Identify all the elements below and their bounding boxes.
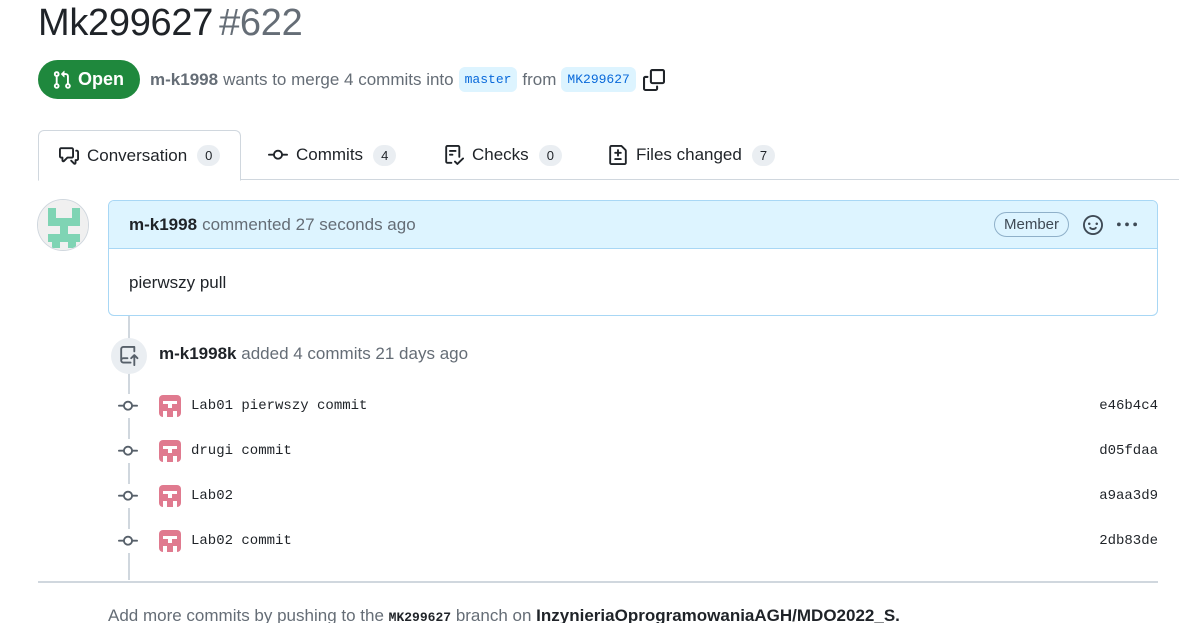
pr-title-text: Mk299627 xyxy=(38,2,214,44)
commit-author-avatar[interactable] xyxy=(159,440,181,462)
comment-body: pierwszy pull xyxy=(129,273,227,292)
comment-timestamp[interactable]: 27 seconds ago xyxy=(296,215,416,235)
state-label: Open xyxy=(78,69,125,89)
state-badge: Open xyxy=(38,60,141,99)
tab-checks-label: Checks xyxy=(472,145,529,164)
from-text: from xyxy=(522,69,557,89)
commit-sha[interactable]: 2db83de xyxy=(1099,533,1158,549)
pr-title: Mk299627 #622 xyxy=(38,2,303,45)
smiley-icon[interactable] xyxy=(1083,214,1103,235)
commit-author-avatar[interactable] xyxy=(159,530,181,552)
pr-state-row: Open m-k1998 wants to merge 4 commits in… xyxy=(38,60,665,99)
commit-dot xyxy=(116,439,140,463)
tab-commits-count: 4 xyxy=(373,144,397,166)
commit-message[interactable]: Lab02 xyxy=(191,488,233,504)
commit-message[interactable]: drugi commit xyxy=(191,443,292,459)
git-commit-icon xyxy=(118,400,138,411)
add-commits-note: Add more commits by pushing to the MK299… xyxy=(108,606,900,623)
repo-link[interactable]: InzynieriaOprogramowaniaAGH/MDO2022_S. xyxy=(536,606,900,623)
tab-checks[interactable]: Checks 0 xyxy=(444,130,562,180)
member-badge: Member xyxy=(993,212,1069,237)
add-commits-branch: MK299627 xyxy=(388,610,452,623)
comment-actions: Member xyxy=(993,212,1137,237)
repo-push-icon xyxy=(120,346,139,366)
commit-row: Lab02 commit 2db83de xyxy=(116,526,1158,556)
pr-meta: m-k1998 wants to merge 4 commits into ma… xyxy=(150,67,665,92)
identicon-pink-icon xyxy=(159,440,181,462)
checklist-icon xyxy=(445,145,464,165)
head-branch[interactable]: MK299627 xyxy=(561,67,636,92)
kebab-horizontal-icon[interactable] xyxy=(1117,215,1137,235)
file-diff-icon xyxy=(609,145,627,165)
tab-commits-label: Commits xyxy=(296,145,364,164)
identicon-pink-icon xyxy=(159,530,181,552)
push-event-description: added 4 commits 21 days ago xyxy=(241,344,469,363)
comment-author-link[interactable]: m-k1998 xyxy=(129,215,197,235)
commit-sha[interactable]: e46b4c4 xyxy=(1099,398,1158,414)
add-commits-middle: branch on xyxy=(455,606,532,623)
commit-row: drugi commit d05fdaa xyxy=(116,436,1158,466)
merge-text: wants to merge 4 commits into xyxy=(223,69,454,89)
tab-files-changed-count: 7 xyxy=(751,144,776,166)
commit-message[interactable]: Lab02 commit xyxy=(191,533,292,549)
tab-conversation-count: 0 xyxy=(197,145,221,166)
push-event-badge xyxy=(111,338,147,374)
commit-sha[interactable]: d05fdaa xyxy=(1099,443,1158,459)
git-commit-icon xyxy=(118,535,138,546)
add-commits-prefix: Add more commits by pushing to the xyxy=(108,606,384,623)
identicon-green-icon xyxy=(38,200,88,250)
identicon-pink-icon xyxy=(159,395,181,417)
pr-author-link[interactable]: m-k1998 xyxy=(150,70,218,90)
git-pull-request-icon xyxy=(53,70,71,89)
base-branch[interactable]: master xyxy=(458,67,518,92)
git-commit-icon xyxy=(118,490,138,501)
pr-number: #622 xyxy=(219,2,303,44)
push-event-text: m-k1998k added 4 commits 21 days ago xyxy=(159,344,468,364)
tab-conversation-label: Conversation xyxy=(87,145,188,165)
tab-files-changed[interactable]: Files changed 7 xyxy=(608,130,776,180)
commit-author-avatar[interactable] xyxy=(159,395,181,417)
commit-author-avatar[interactable] xyxy=(159,485,181,507)
comment-header: m-k1998 commented 27 seconds ago Member xyxy=(109,201,1157,249)
commit-row: Lab02 a9aa3d9 xyxy=(116,481,1158,511)
timeline-divider xyxy=(38,581,1158,583)
commit-dot xyxy=(116,394,140,418)
git-commit-icon xyxy=(118,445,138,456)
pr-tabs: Conversation 0 Commits 4 Checks 0 Files … xyxy=(38,130,1179,181)
commit-sha[interactable]: a9aa3d9 xyxy=(1099,488,1158,504)
copy-icon[interactable] xyxy=(642,68,665,91)
commenter-avatar[interactable] xyxy=(37,199,89,251)
git-commit-icon xyxy=(268,149,288,160)
commit-row: Lab01 pierwszy commit e46b4c4 xyxy=(116,391,1158,421)
comment-box: m-k1998 commented 27 seconds ago Member … xyxy=(108,200,1158,316)
tab-conversation[interactable]: Conversation 0 xyxy=(38,130,242,181)
push-author-link[interactable]: m-k1998k xyxy=(159,344,237,363)
comment-action: commented xyxy=(202,214,291,234)
tab-commits[interactable]: Commits 4 xyxy=(268,130,397,180)
tab-checks-count: 0 xyxy=(538,144,562,166)
tab-files-changed-label: Files changed xyxy=(636,145,742,164)
commit-dot xyxy=(116,529,140,553)
identicon-pink-icon xyxy=(159,485,181,507)
commit-message[interactable]: Lab01 pierwszy commit xyxy=(191,398,367,414)
commit-dot xyxy=(116,484,140,508)
comment-discussion-icon xyxy=(59,146,79,165)
